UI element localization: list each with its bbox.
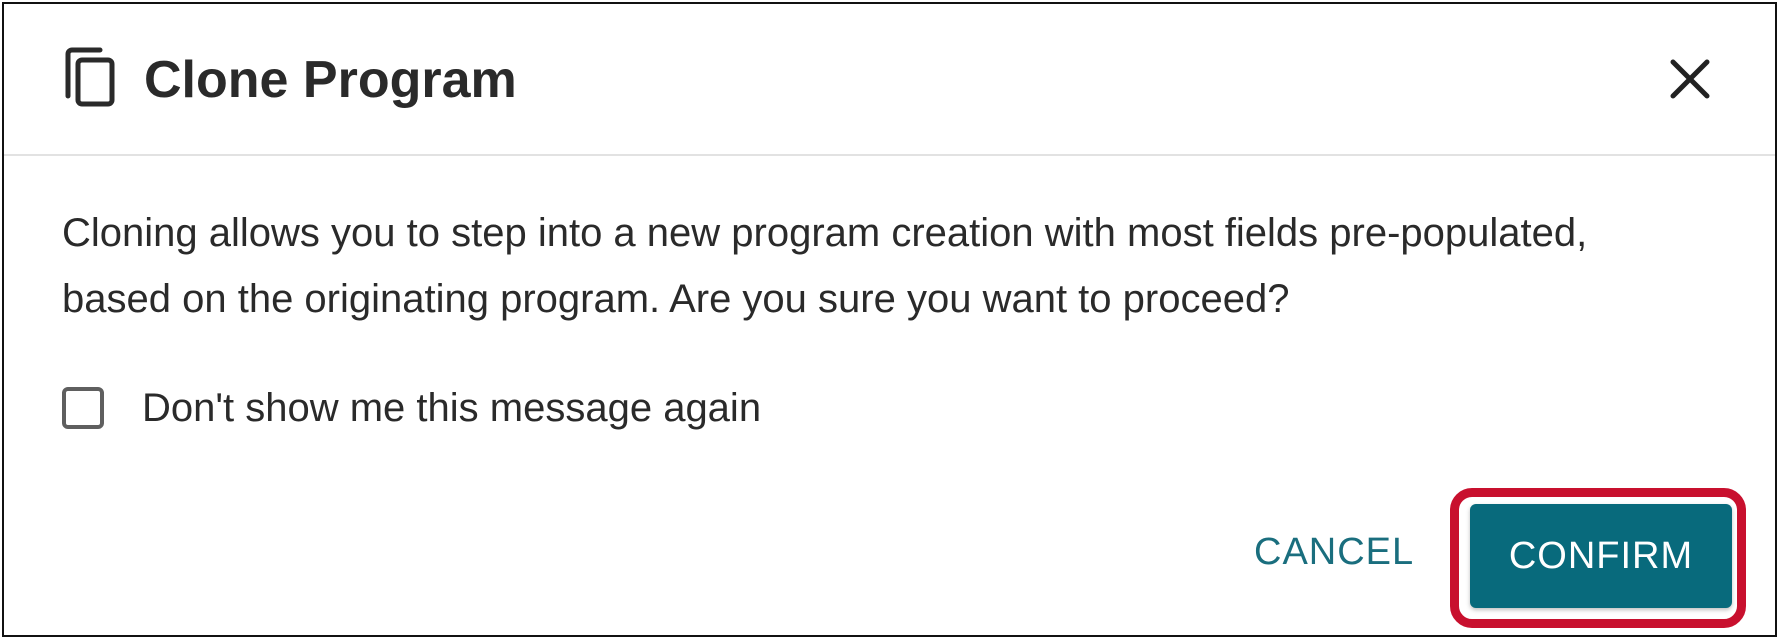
dont-show-again-label: Don't show me this message again (142, 385, 762, 430)
clone-program-dialog: Clone Program Cloning allows you to step… (2, 2, 1777, 637)
confirm-button[interactable]: CONFIRM (1470, 504, 1732, 608)
cancel-button[interactable]: CANCEL (1254, 531, 1414, 574)
dont-show-again-row[interactable]: Don't show me this message again (62, 380, 761, 436)
dialog-title: Clone Program (144, 51, 517, 109)
close-icon[interactable] (1665, 54, 1715, 104)
dialog-header: Clone Program (4, 4, 1775, 156)
dialog-message: Cloning allows you to step into a new pr… (62, 211, 1588, 321)
clone-icon (62, 46, 118, 108)
dont-show-again-checkbox[interactable] (62, 387, 104, 429)
